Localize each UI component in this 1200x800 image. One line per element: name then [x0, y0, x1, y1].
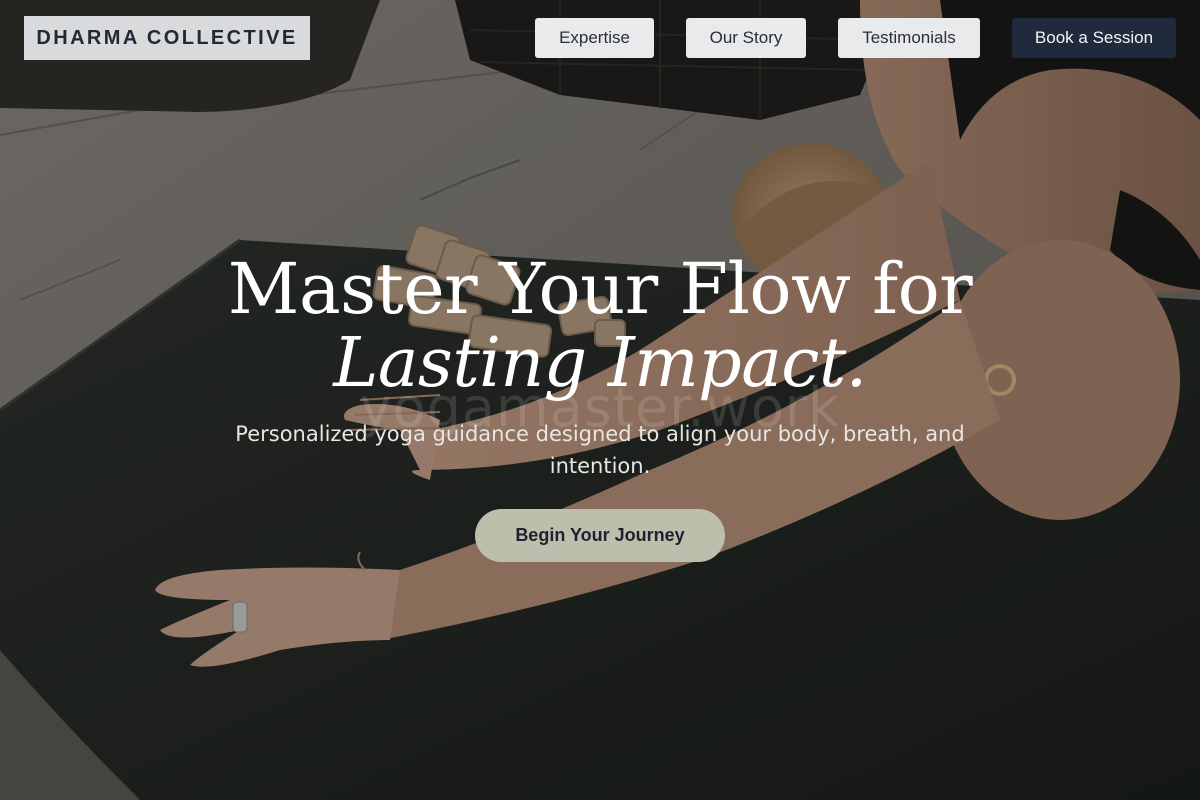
nav-our-story-button[interactable]: Our Story: [686, 18, 806, 58]
nav-expertise-button[interactable]: Expertise: [535, 18, 654, 58]
book-session-button[interactable]: Book a Session: [1012, 18, 1176, 58]
begin-journey-button[interactable]: Begin Your Journey: [475, 509, 725, 562]
hero-subtitle: Personalized yoga guidance designed to a…: [235, 422, 965, 478]
headline-line-1: Master Your Flow for: [227, 248, 973, 330]
hero-section: DHARMA COLLECTIVE Expertise Our Story Te…: [0, 0, 1200, 800]
brand-logo[interactable]: DHARMA COLLECTIVE: [24, 16, 310, 60]
nav-testimonials-button[interactable]: Testimonials: [838, 18, 980, 58]
